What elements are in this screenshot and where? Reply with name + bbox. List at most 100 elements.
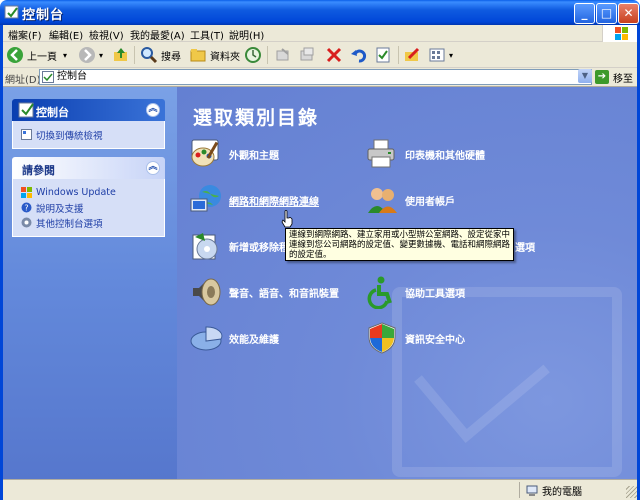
category-add-remove[interactable]: 新增或移除程 [189, 229, 289, 263]
back-button[interactable]: 上一頁 ▾ [6, 45, 67, 65]
section-title: 控制台 [36, 106, 69, 119]
history-button[interactable] [244, 45, 265, 65]
hand-cursor-icon [281, 210, 293, 228]
control-panel-section: 控制台 ︽ 切換到傳統檢視 [12, 99, 165, 149]
security-center-icon [368, 322, 396, 354]
window-frame-left [0, 25, 3, 500]
back-dropdown-icon[interactable]: ▾ [63, 51, 67, 60]
options-icon [21, 217, 32, 228]
help-icon: ? [21, 202, 32, 213]
folder-up-icon [114, 48, 127, 61]
section-body: Windows Update ? 說明及支援 其他控制台選項 [12, 179, 165, 237]
views-button[interactable]: ▾ [428, 45, 453, 65]
move-to-button[interactable] [274, 45, 295, 65]
go-button[interactable]: ➔ 移至 [595, 69, 633, 85]
control-panel-small-icon [42, 71, 54, 83]
properties-icon [376, 47, 390, 63]
menu-file[interactable]: 檔案(F) [8, 27, 42, 42]
window-title: 控制台 [22, 8, 65, 23]
move-to-icon [276, 48, 289, 61]
up-button[interactable] [112, 45, 133, 65]
windows-update-label: Windows Update [36, 187, 116, 198]
windows-flag-icon [615, 27, 628, 40]
sound-icon [193, 278, 221, 306]
status-zone: 我的電腦 [526, 483, 582, 498]
undo-button[interactable] [350, 45, 371, 65]
search-button[interactable]: 搜尋 [140, 45, 181, 65]
other-options-label: 其他控制台選項 [36, 218, 103, 230]
see-also-section-header[interactable]: 請參閱 ︽ [12, 157, 165, 179]
go-label: 移至 [613, 73, 633, 85]
address-field[interactable]: 控制台 [39, 69, 592, 85]
menu-tools[interactable]: 工具(T) [190, 27, 224, 42]
menu-favorites[interactable]: 我的最愛(A) [130, 27, 185, 42]
edit-button[interactable] [403, 45, 424, 65]
status-divider [519, 482, 520, 498]
add-remove-icon [192, 233, 218, 260]
minimize-button[interactable]: _ [574, 3, 595, 24]
my-computer-icon [526, 485, 538, 496]
zone-label: 我的電腦 [542, 487, 582, 498]
search-label: 搜尋 [161, 51, 181, 63]
control-panel-icon [18, 102, 34, 118]
copy-to-button[interactable] [298, 45, 319, 65]
back-label: 上一頁 [27, 51, 57, 63]
menu-edit[interactable]: 編輯(E) [49, 27, 83, 42]
menu-help[interactable]: 說明(H) [229, 27, 264, 42]
toolbar-separator [134, 46, 135, 64]
category-label: 網路和網際網路連線 [229, 196, 319, 208]
close-button[interactable]: ✕ [618, 3, 639, 24]
address-dropdown-icon[interactable]: ▼ [578, 69, 592, 83]
see-also-section: 請參閱 ︽ Windows Update ? 說明及支援 其他控制台選項 [12, 157, 165, 237]
delete-button[interactable] [325, 45, 346, 65]
address-bar: 網址(D) 控制台 ▼ ➔ 移至 [0, 68, 640, 87]
switch-view-link[interactable]: 切換到傳統檢視 [21, 127, 156, 142]
control-panel-section-header[interactable]: 控制台 ︽ [12, 99, 165, 121]
category-users[interactable]: 使用者帳戶 [365, 183, 455, 217]
section-title: 請參閱 [22, 164, 55, 177]
section-body: 切換到傳統檢視 [12, 121, 165, 149]
category-performance[interactable]: 效能及維護 [189, 321, 279, 355]
views-icon [429, 48, 445, 62]
category-label: 選項 [515, 243, 535, 254]
category-view: 選取類別目錄 外觀和主題 印表機和其他硬體 網路和網際網路連線 使用者帳戶 新增… [177, 87, 640, 479]
folders-icon [190, 49, 206, 62]
menu-view[interactable]: 檢視(V) [89, 27, 124, 42]
folders-button[interactable]: 資料夾 [189, 45, 240, 65]
maximize-button[interactable]: □ [596, 3, 617, 24]
category-label: 新增或移除程 [229, 242, 289, 254]
status-bar: 我的電腦 [0, 479, 640, 500]
back-arrow-icon [7, 47, 23, 63]
svg-text:?: ? [24, 204, 28, 213]
views-dropdown-icon[interactable]: ▾ [449, 51, 453, 60]
category-date-language[interactable]: 選項 [515, 239, 535, 254]
category-label: 協助工具選項 [405, 288, 465, 300]
category-label: 效能及維護 [229, 334, 279, 346]
properties-button[interactable] [374, 45, 395, 65]
help-support-label: 說明及支援 [36, 203, 84, 215]
collapse-chevron-icon[interactable]: ︽ [146, 103, 160, 117]
left-task-pane: 控制台 ︽ 切換到傳統檢視 請參閱 ︽ Windows Update ? 說明及… [0, 87, 177, 479]
other-options-link[interactable]: 其他控制台選項 [21, 215, 156, 230]
category-label: 外觀和主題 [229, 150, 279, 162]
toolbar-separator [398, 46, 399, 64]
category-appearance[interactable]: 外觀和主題 [189, 137, 279, 171]
network-icon [190, 185, 221, 212]
search-icon [141, 47, 158, 64]
users-icon [368, 188, 397, 213]
category-printers[interactable]: 印表機和其他硬體 [365, 137, 485, 171]
category-sound[interactable]: 聲音、語音、和音訊裝置 [189, 275, 339, 309]
category-security-center[interactable]: 資訊安全中心 [365, 321, 465, 355]
category-label: 資訊安全中心 [405, 334, 465, 346]
help-support-link[interactable]: ? 說明及支援 [21, 200, 156, 215]
toolbar-separator [267, 46, 268, 64]
collapse-chevron-icon[interactable]: ︽ [146, 161, 160, 175]
forward-dropdown-icon[interactable]: ▾ [99, 51, 103, 60]
category-accessibility[interactable]: 協助工具選項 [365, 275, 465, 309]
forward-arrow-icon [79, 47, 95, 63]
category-label: 聲音、語音、和音訊裝置 [229, 288, 339, 300]
windows-update-link[interactable]: Windows Update [21, 185, 156, 200]
forward-button[interactable]: ▾ [78, 45, 103, 65]
category-network[interactable]: 網路和網際網路連線 [189, 183, 319, 217]
category-label: 使用者帳戶 [405, 196, 455, 208]
